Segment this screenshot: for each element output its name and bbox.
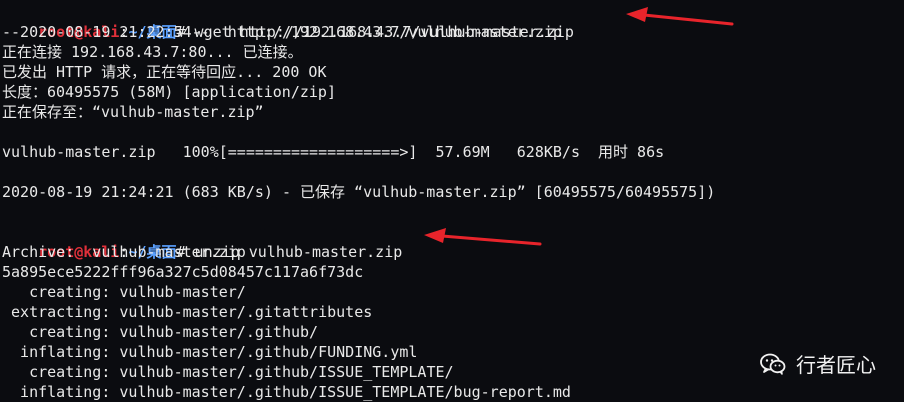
output-line: 已发出 HTTP 请求，正在等待回应... 200 OK: [2, 63, 327, 81]
output-line: 5a895ece5222fff96a327c5d08457c117a6f73dc: [2, 263, 364, 281]
output-line: inflating: vulhub-master/.github/ISSUE_T…: [2, 383, 571, 401]
progress-line: vulhub-master.zip 100%[=================…: [2, 143, 665, 161]
output-line: inflating: vulhub-master/.github/FUNDING…: [2, 343, 418, 361]
output-line: --2020-08-19 21:22:54-- http://192.168.4…: [2, 23, 562, 41]
command-line-wget: root@kali:~/桌面# wget http://192.168.43.7…: [2, 2, 574, 41]
output-line: 长度：60495575 (58M) [application/zip]: [2, 83, 336, 101]
annotation-arrow-wget: [626, 7, 734, 26]
output-line: 正在保存至：“vulhub-master.zip”: [2, 103, 264, 121]
command-line-unzip: root@kali:~/桌面# unzip vulhub-master.zip: [2, 222, 402, 261]
watermark-text: 行者匠心: [796, 353, 876, 377]
saved-line: 2020-08-19 21:24:21 (683 KB/s) - 已保存 “vu…: [2, 183, 716, 201]
wechat-icon: [760, 353, 786, 375]
output-line: creating: vulhub-master/.github/: [2, 323, 319, 341]
annotation-arrow-unzip: [424, 228, 542, 246]
output-line: creating: vulhub-master/.github/ISSUE_TE…: [2, 363, 454, 381]
output-line: Archive: vulhub-master.zip: [2, 243, 246, 261]
terminal-window[interactable]: root@kali:~/桌面# wget http://192.168.43.7…: [0, 0, 904, 402]
output-line: extracting: vulhub-master/.gitattributes: [2, 303, 373, 321]
output-line: creating: vulhub-master/: [2, 283, 246, 301]
watermark: 行者匠心: [760, 349, 876, 378]
output-line: 正在连接 192.168.43.7:80... 已连接。: [2, 43, 303, 61]
